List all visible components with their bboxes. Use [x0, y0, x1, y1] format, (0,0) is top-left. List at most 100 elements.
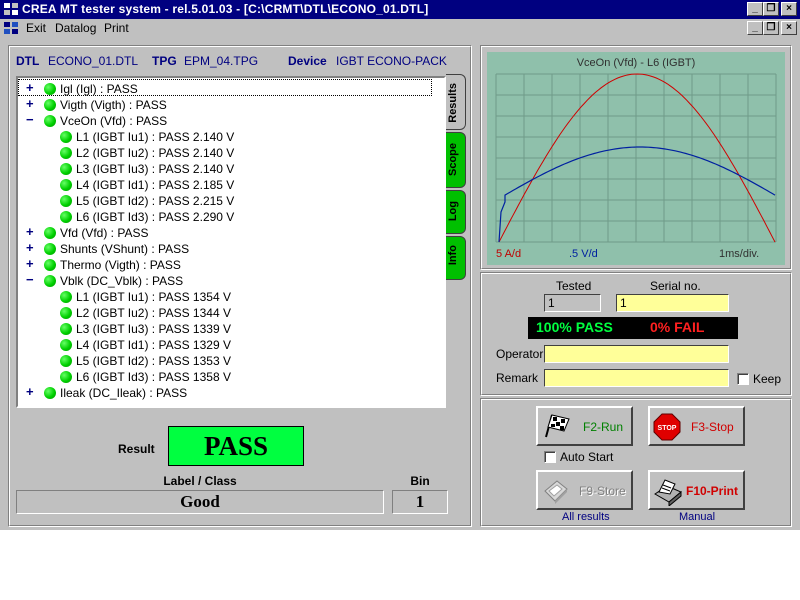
tree-item[interactable]: − Vblk (DC_Vblk) : PASS	[18, 273, 438, 289]
control-panel	[480, 398, 792, 527]
tree-item-label: Thermo (Vigth) : PASS	[60, 258, 181, 272]
tree-item-label: L2 (IGBT Iu2) : PASS 2.140 V	[76, 146, 235, 160]
tree-item[interactable]: L2 (IGBT Iu2) : PASS 1344 V	[18, 305, 438, 321]
dtl-value: ECONO_01.DTL	[48, 54, 139, 68]
result-label: Result	[118, 442, 155, 456]
tree-item[interactable]: L4 (IGBT Id1) : PASS 2.185 V	[18, 177, 438, 193]
collapse-icon[interactable]: −	[26, 273, 37, 286]
tree-item[interactable]: + Ileak (DC_Ileak) : PASS	[18, 385, 438, 401]
operator-input[interactable]	[544, 345, 729, 363]
serial-input[interactable]: 1	[616, 294, 729, 312]
child-restore-button[interactable]: ❐	[763, 21, 779, 35]
pass-status-icon	[60, 339, 72, 351]
tree-item[interactable]: + Shunts (VShunt) : PASS	[18, 241, 438, 257]
tree-item[interactable]: L1 (IGBT Iu1) : PASS 2.140 V	[18, 129, 438, 145]
tree-item-label: L2 (IGBT Iu2) : PASS 1344 V	[76, 306, 231, 320]
stop-sign-icon: STOP	[653, 413, 681, 441]
collapse-icon[interactable]: −	[26, 113, 37, 126]
tree-item[interactable]: L3 (IGBT Iu3) : PASS 2.140 V	[18, 161, 438, 177]
pass-status-icon	[60, 291, 72, 303]
auto-start-label: Auto Start	[560, 450, 614, 464]
pass-fail-bar: 100% PASS 0% FAIL	[528, 317, 738, 339]
fail-percent: 0% FAIL	[650, 319, 705, 335]
tab-info[interactable]: Info	[446, 236, 466, 280]
menu-print[interactable]: Print	[104, 21, 129, 35]
store-button-label: F9-Store	[579, 484, 626, 498]
tree-item[interactable]: L3 (IGBT Iu3) : PASS 1339 V	[18, 321, 438, 337]
child-minimize-button[interactable]: _	[747, 21, 763, 35]
stop-button[interactable]: STOP F3-Stop	[648, 406, 745, 446]
tab-scope-label: Scope	[447, 143, 459, 177]
tree-item[interactable]: + Igl (Igl) : PASS	[18, 81, 438, 97]
dtl-label: DTL	[16, 54, 40, 68]
tab-log[interactable]: Log	[446, 190, 466, 234]
serial-label: Serial no.	[650, 279, 701, 293]
pass-status-icon	[44, 115, 56, 127]
pass-status-icon	[60, 147, 72, 159]
keep-checkbox[interactable]	[737, 373, 749, 385]
print-button-label: F10-Print	[686, 484, 739, 498]
tree-item-label: Shunts (VShunt) : PASS	[60, 242, 190, 256]
tested-value: 1	[544, 294, 601, 312]
doc-icon[interactable]	[3, 21, 19, 35]
pass-status-icon	[60, 211, 72, 223]
minimize-button[interactable]: _	[747, 2, 763, 16]
expand-icon[interactable]: +	[26, 81, 37, 94]
tree-item[interactable]: L4 (IGBT Id1) : PASS 1329 V	[18, 337, 438, 353]
tree-item[interactable]: L6 (IGBT Id3) : PASS 1358 V	[18, 369, 438, 385]
expand-icon[interactable]: +	[26, 257, 37, 270]
pass-status-icon	[60, 131, 72, 143]
close-button[interactable]: ×	[781, 2, 797, 16]
results-tree[interactable]: + Igl (Igl) : PASS + Vigth (Vigth) : PASS − V…	[16, 76, 446, 408]
expand-icon[interactable]: +	[26, 97, 37, 110]
expand-icon[interactable]: +	[26, 225, 37, 238]
tree-item[interactable]: + Vfd (Vfd) : PASS	[18, 225, 438, 241]
tab-results[interactable]: Results	[446, 74, 466, 130]
tree-item-label: L6 (IGBT Id3) : PASS 1358 V	[76, 370, 231, 384]
store-button[interactable]: F9-Store	[536, 470, 633, 510]
tree-item[interactable]: L6 (IGBT Id3) : PASS 2.290 V	[18, 209, 438, 225]
tree-item-label: L4 (IGBT Id1) : PASS 1329 V	[76, 338, 231, 352]
pass-status-icon	[60, 195, 72, 207]
tree-item-label: Vigth (Vigth) : PASS	[60, 98, 167, 112]
run-button[interactable]: F2-Run	[536, 406, 633, 446]
tree-item[interactable]: L1 (IGBT Iu1) : PASS 1354 V	[18, 289, 438, 305]
pass-status-icon	[44, 99, 56, 111]
operator-label: Operator	[496, 347, 544, 361]
tree-item-label: Igl (Igl) : PASS	[60, 82, 138, 96]
print-button[interactable]: F10-Print	[648, 470, 745, 510]
menu-bar: Exit Datalog Print _ ❐ ×	[0, 19, 800, 38]
tree-item-label: Vblk (DC_Vblk) : PASS	[60, 274, 184, 288]
child-close-button[interactable]: ×	[781, 21, 797, 35]
tree-item[interactable]: L5 (IGBT Id2) : PASS 2.215 V	[18, 193, 438, 209]
scope-scale-v: .5 V/d	[569, 248, 598, 260]
tab-info-label: Info	[447, 245, 459, 266]
tree-item[interactable]: − VceOn (Vfd) : PASS	[18, 113, 438, 129]
expand-icon[interactable]: +	[26, 241, 37, 254]
tree-item[interactable]: + Thermo (Vigth) : PASS	[18, 257, 438, 273]
tree-item[interactable]: + Vigth (Vigth) : PASS	[18, 97, 438, 113]
tab-log-label: Log	[447, 201, 459, 222]
svg-text:STOP: STOP	[658, 425, 677, 432]
app-icon	[4, 3, 18, 15]
tree-item[interactable]: L2 (IGBT Iu2) : PASS 2.140 V	[18, 145, 438, 161]
tree-item-label: L1 (IGBT Iu1) : PASS 2.140 V	[76, 130, 235, 144]
tree-item-label: L5 (IGBT Id2) : PASS 2.215 V	[76, 194, 235, 208]
expand-icon[interactable]: +	[26, 385, 37, 398]
all-results-link[interactable]: All results	[562, 511, 610, 523]
tree-item-label: L3 (IGBT Iu3) : PASS 1339 V	[76, 322, 231, 336]
remark-label: Remark	[496, 371, 539, 385]
tree-item[interactable]: L5 (IGBT Id2) : PASS 1353 V	[18, 353, 438, 369]
title-bar: CREA MT tester system - rel.5.01.03 - [C…	[0, 0, 800, 19]
menu-exit[interactable]: Exit	[26, 21, 46, 35]
manual-link[interactable]: Manual	[679, 511, 715, 523]
maximize-button[interactable]: ❐	[763, 2, 779, 16]
menu-datalog[interactable]: Datalog	[55, 21, 96, 35]
tab-scope[interactable]: Scope	[446, 132, 466, 188]
pass-status-icon	[44, 83, 56, 95]
tree-item-label: Ileak (DC_Ileak) : PASS	[60, 386, 188, 400]
remark-input[interactable]	[544, 369, 729, 387]
auto-start-checkbox[interactable]	[544, 451, 556, 463]
pass-status-icon	[60, 355, 72, 367]
scope-scale-t: 1ms/div.	[719, 248, 759, 260]
